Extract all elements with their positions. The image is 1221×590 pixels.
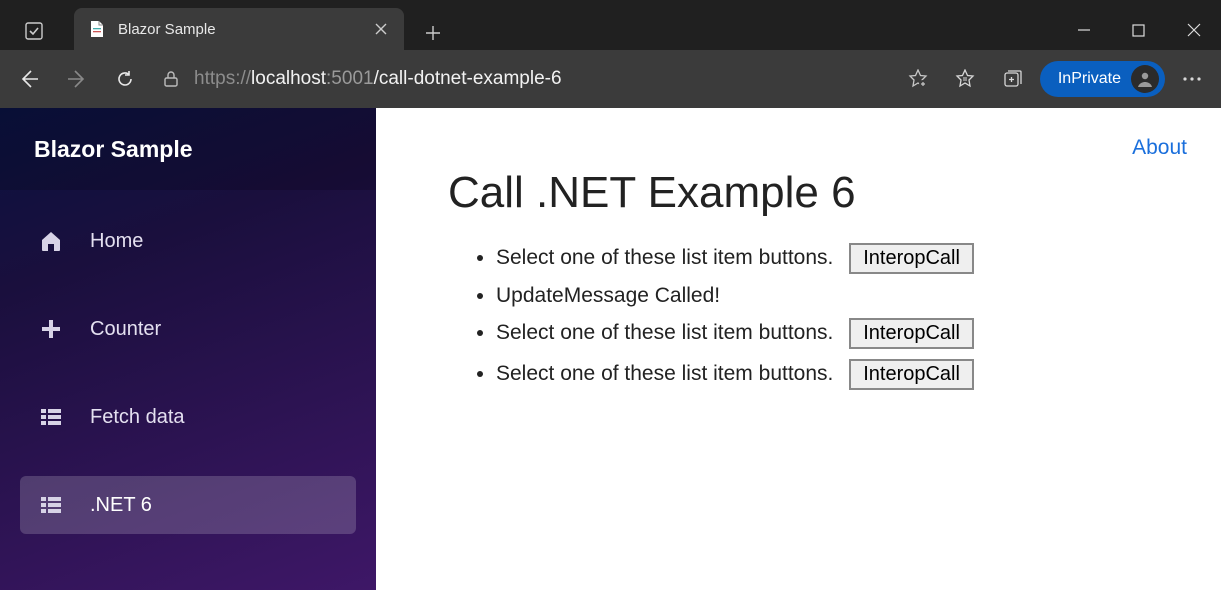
tab-actions-icon[interactable]: [14, 12, 54, 50]
interop-call-button[interactable]: InteropCall: [849, 359, 974, 390]
add-favorite-icon[interactable]: [908, 69, 928, 89]
list-item: Select one of these list item buttons. I…: [496, 238, 1185, 279]
sidebar-item-counter[interactable]: Counter: [20, 300, 356, 358]
lock-icon: [162, 70, 180, 88]
list-item: UpdateMessage Called!: [496, 279, 1185, 313]
file-icon: [88, 20, 106, 38]
new-tab-button[interactable]: [416, 16, 450, 50]
page-title: Call .NET Example 6: [448, 168, 1185, 218]
list-item-text: Select one of these list item buttons.: [496, 321, 833, 344]
list-item-text: Select one of these list item buttons.: [496, 362, 833, 385]
url-text: https://localhost:5001/call-dotnet-examp…: [194, 68, 894, 90]
list-icon: [38, 404, 64, 430]
forward-button[interactable]: [56, 58, 98, 100]
sidebar-item-label: .NET 6: [90, 494, 152, 517]
minimize-button[interactable]: [1056, 10, 1111, 50]
tab-title: Blazor Sample: [118, 21, 360, 38]
browser-tab[interactable]: Blazor Sample: [74, 8, 404, 50]
tab-strip: Blazor Sample: [0, 0, 1221, 50]
interop-call-button[interactable]: InteropCall: [849, 318, 974, 349]
sidebar-item--net-6[interactable]: .NET 6: [20, 476, 356, 534]
close-icon[interactable]: [372, 20, 390, 38]
sidebar: Blazor Sample Home Counter Fetch data .NET …: [0, 108, 376, 590]
window-close-button[interactable]: [1166, 10, 1221, 50]
refresh-button[interactable]: [104, 58, 146, 100]
home-icon: [38, 228, 64, 254]
address-bar[interactable]: https://localhost:5001/call-dotnet-examp…: [152, 60, 938, 98]
list-item: Select one of these list item buttons. I…: [496, 354, 1185, 395]
browser-toolbar: https://localhost:5001/call-dotnet-examp…: [0, 50, 1221, 108]
sidebar-item-label: Home: [90, 230, 143, 253]
inprivate-label: InPrivate: [1058, 70, 1121, 88]
nav-menu: Home Counter Fetch data .NET 6: [0, 190, 376, 556]
plus-icon: [38, 316, 64, 342]
inprivate-badge[interactable]: InPrivate: [1040, 61, 1165, 97]
list-item-text: Select one of these list item buttons.: [496, 246, 833, 269]
sidebar-item-home[interactable]: Home: [20, 212, 356, 270]
list-icon: [38, 492, 64, 518]
collections-button[interactable]: [992, 58, 1034, 100]
sidebar-item-label: Fetch data: [90, 406, 185, 429]
window-controls: [1056, 10, 1221, 50]
back-button[interactable]: [8, 58, 50, 100]
brand-title: Blazor Sample: [0, 108, 376, 190]
sidebar-item-label: Counter: [90, 318, 161, 341]
avatar-icon: [1131, 65, 1159, 93]
list-item: Select one of these list item buttons. I…: [496, 313, 1185, 354]
interop-call-button[interactable]: InteropCall: [849, 243, 974, 274]
maximize-button[interactable]: [1111, 10, 1166, 50]
main-content: About Call .NET Example 6 Select one of …: [376, 108, 1221, 590]
about-link[interactable]: About: [1132, 136, 1187, 160]
sidebar-item-fetch-data[interactable]: Fetch data: [20, 388, 356, 446]
favorites-button[interactable]: [944, 58, 986, 100]
list-item-text: UpdateMessage Called!: [496, 284, 720, 307]
page-viewport: Blazor Sample Home Counter Fetch data .NET …: [0, 108, 1221, 590]
browser-chrome: Blazor Sample https://l: [0, 0, 1221, 108]
more-button[interactable]: [1171, 58, 1213, 100]
item-list: Select one of these list item buttons. I…: [472, 238, 1185, 395]
